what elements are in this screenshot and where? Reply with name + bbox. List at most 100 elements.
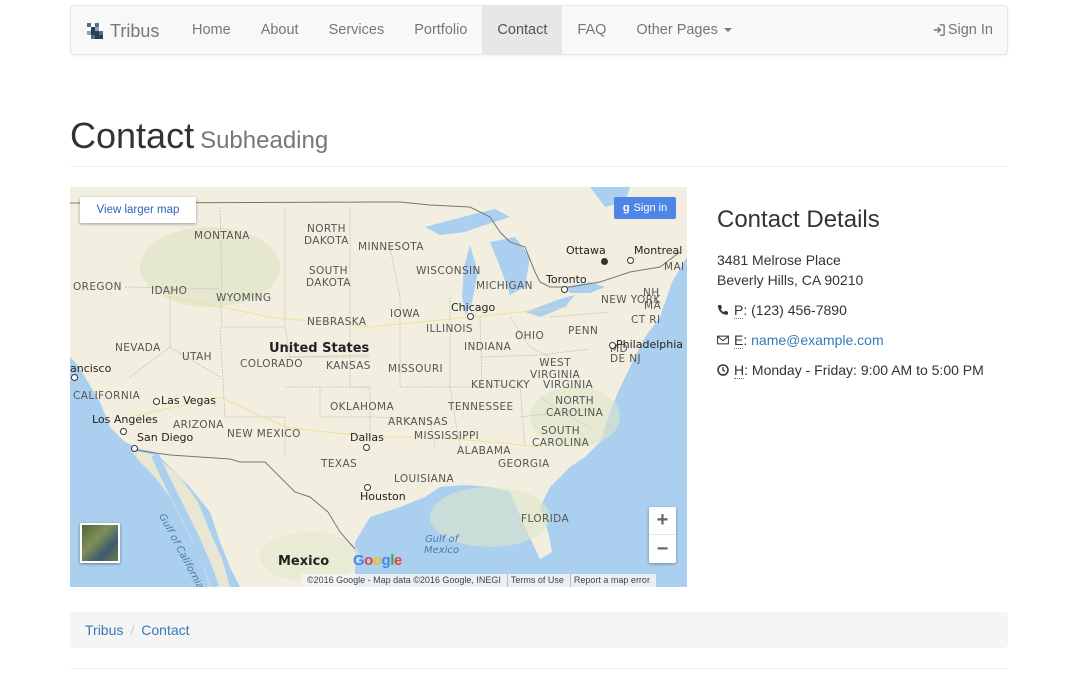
map-label-missouri: MISSOURI (388, 363, 444, 375)
contact-details: Contact Details 3481 Melrose Place Bever… (717, 204, 1017, 380)
sign-in-icon (933, 24, 945, 36)
brand-logo-icon (87, 23, 103, 39)
map-label-north-carolina: NORTH CAROLINA (546, 395, 604, 419)
nav-about[interactable]: About (246, 6, 314, 54)
map-city-philadelphia: Philadelphia (616, 338, 684, 351)
address-line-1: 3481 Melrose Place (717, 252, 841, 268)
google-logo: Google (353, 552, 402, 569)
map-label-michigan: MICHIGAN (476, 280, 533, 292)
brand-name: Tribus (110, 20, 160, 41)
breadcrumb: Tribus / Contact (70, 612, 1008, 648)
map-label-texas: TEXAS (321, 458, 358, 470)
map-label-wisconsin: WISCONSIN (416, 265, 481, 277)
map-label-south-carolina: SOUTH CAROLINA (532, 425, 590, 449)
map-city-ottawa: Ottawa (566, 244, 606, 257)
hours-label: H (734, 362, 745, 379)
map-label-ma: MA (644, 300, 662, 312)
map-label-mexico: Mexico (278, 554, 330, 569)
map-label-tennessee: TENNESSEE (448, 401, 514, 413)
breadcrumb-separator: / (130, 622, 135, 638)
zoom-out-button[interactable]: − (649, 535, 676, 563)
city-marker-icon (609, 342, 616, 349)
city-marker-icon (561, 286, 568, 293)
map-label-ohio: OHIO (515, 330, 545, 342)
google-g-icon: g (622, 202, 630, 214)
google-sign-in-label: Sign in (633, 202, 668, 214)
page-subtitle: Subheading (200, 127, 329, 154)
map-label-nevada: NEVADA (115, 342, 161, 354)
map-label-penn: PENN (568, 325, 599, 337)
zoom-control: + − (649, 507, 676, 563)
map-label-louisiana: LOUISIANA (394, 473, 455, 485)
contact-details-heading: Contact Details (717, 206, 880, 233)
map-label-alabama: ALABAMA (457, 445, 511, 457)
breadcrumb-home-link[interactable]: Tribus (85, 622, 123, 638)
map-label-new-mexico: NEW MEXICO (227, 428, 301, 440)
map-label-kentucky: KENTUCKY (471, 379, 530, 391)
nav-other-pages-dropdown[interactable]: Other Pages (621, 6, 746, 54)
city-marker-icon (131, 445, 138, 452)
map-label-gulf-of-mexico: Gulf of Mexico (424, 534, 460, 556)
navbar: Tribus Home About Services Portfolio Con… (70, 5, 1008, 55)
map-label-united-states: United States (269, 341, 370, 356)
page-title-text: Contact (70, 115, 195, 156)
terms-of-use-link[interactable]: Terms of Use (506, 574, 570, 587)
page-title: Contact Subheading (70, 112, 1008, 165)
map-attribution-bar: ©2016 Google - Map data ©2016 Google, IN… (302, 574, 656, 587)
map-label-south-dakota: SOUTH DAKOTA (306, 265, 351, 289)
map-label-utah: UTAH (182, 351, 212, 363)
phone-label: P (734, 302, 744, 319)
phone-row: P: (123) 456-7890 (717, 300, 1017, 320)
nav-faq[interactable]: FAQ (562, 6, 621, 54)
city-marker-icon (627, 257, 634, 264)
sign-in-label: Sign In (947, 22, 993, 38)
nav-services[interactable]: Services (314, 6, 400, 54)
phone-icon (718, 305, 728, 315)
map-label-arkansas: ARKANSAS (388, 416, 449, 428)
map-label-colorado: COLORADO (240, 358, 303, 370)
map-label-nebraska: NEBRASKA (307, 316, 367, 328)
caret-down-icon (723, 28, 732, 33)
nav-portfolio[interactable]: Portfolio (399, 6, 482, 54)
city-marker-icon (364, 484, 371, 491)
phone-number: (123) 456-7890 (751, 302, 847, 318)
view-larger-map-button[interactable]: View larger map (80, 197, 196, 223)
sign-in-link[interactable]: Sign In (933, 6, 993, 54)
hours-row: H: Monday - Friday: 9:00 AM to 5:00 PM (717, 360, 1017, 380)
zoom-in-button[interactable]: + (649, 507, 676, 535)
map-city-chicago: Chicago (451, 301, 496, 314)
city-marker-icon (467, 313, 474, 320)
main-nav: Home About Services Portfolio Contact FA… (177, 6, 747, 54)
nav-contact[interactable]: Contact (482, 6, 563, 54)
google-map[interactable]: NORTH DAKOTA MONTANA MINNESOTA SOUTH DAK… (70, 187, 687, 587)
map-city-houston: Houston (360, 490, 406, 503)
map-label-california: CALIFORNIA (73, 390, 141, 402)
footer-divider (70, 668, 1008, 669)
map-label-minnesota: MINNESOTA (358, 241, 424, 253)
map-label-indiana: INDIANA (464, 341, 512, 353)
map-label-mississippi: MISSISSIPPI (414, 430, 480, 442)
nav-other-pages-label: Other Pages (636, 22, 718, 38)
email-link[interactable]: name@example.com (751, 332, 884, 348)
map-city-san-francisco: ancisco (70, 362, 112, 375)
map-label-oklahoma: OKLAHOMA (330, 401, 395, 413)
brand-link[interactable]: Tribus (87, 6, 159, 56)
map-city-los-angeles: Los Angeles (92, 413, 158, 426)
map-label-virginia: VIRGINIA (543, 379, 594, 391)
business-hours: Monday - Friday: 9:00 AM to 5:00 PM (751, 362, 984, 378)
breadcrumb-current[interactable]: Contact (141, 622, 189, 638)
google-sign-in-button[interactable]: g Sign in (614, 197, 676, 219)
envelope-icon (717, 335, 729, 345)
map-label-maine: MAI (664, 261, 685, 273)
report-map-error-link[interactable]: Report a map error (569, 574, 656, 587)
nav-home[interactable]: Home (177, 6, 246, 54)
map-city-toronto: Toronto (546, 273, 587, 286)
map-label-idaho: IDAHO (151, 285, 188, 297)
map-label-georgia: GEORGIA (498, 458, 550, 470)
map-label-oregon: OREGON (73, 281, 122, 293)
satellite-toggle-button[interactable] (80, 523, 120, 563)
city-marker-icon (363, 444, 370, 451)
address-line-2: Beverly Hills, CA 90210 (717, 272, 864, 288)
city-marker-icon (153, 398, 160, 405)
map-label-arizona: ARIZONA (173, 419, 224, 431)
